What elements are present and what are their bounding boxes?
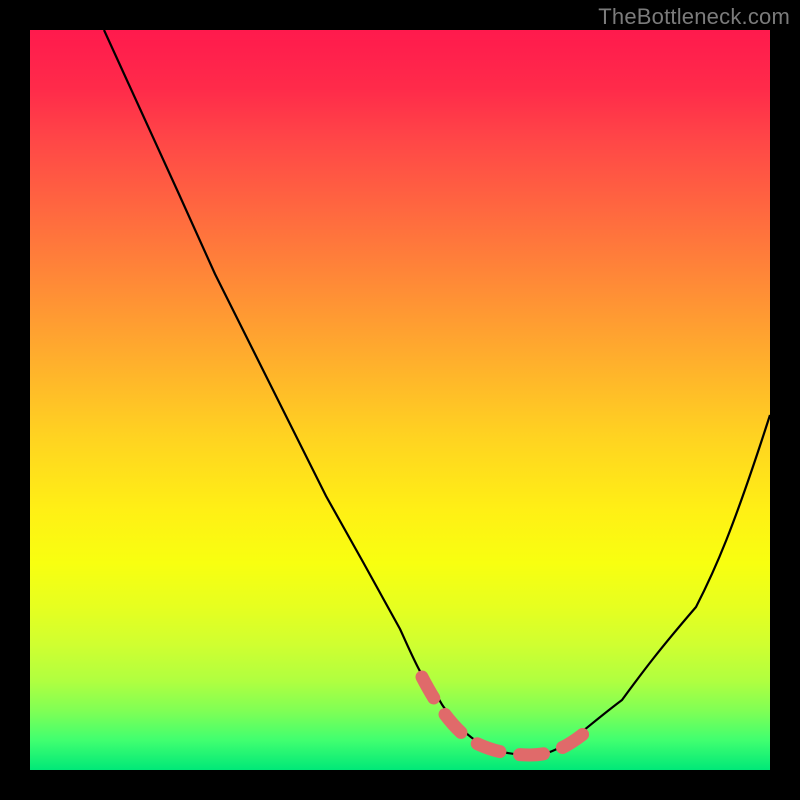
plot-area: [30, 30, 770, 770]
chart-frame: TheBottleneck.com: [0, 0, 800, 800]
curve-svg: [30, 30, 770, 770]
watermark-text: TheBottleneck.com: [598, 4, 790, 30]
optimal-zone-highlight: [422, 677, 595, 755]
bottleneck-curve: [104, 30, 770, 755]
